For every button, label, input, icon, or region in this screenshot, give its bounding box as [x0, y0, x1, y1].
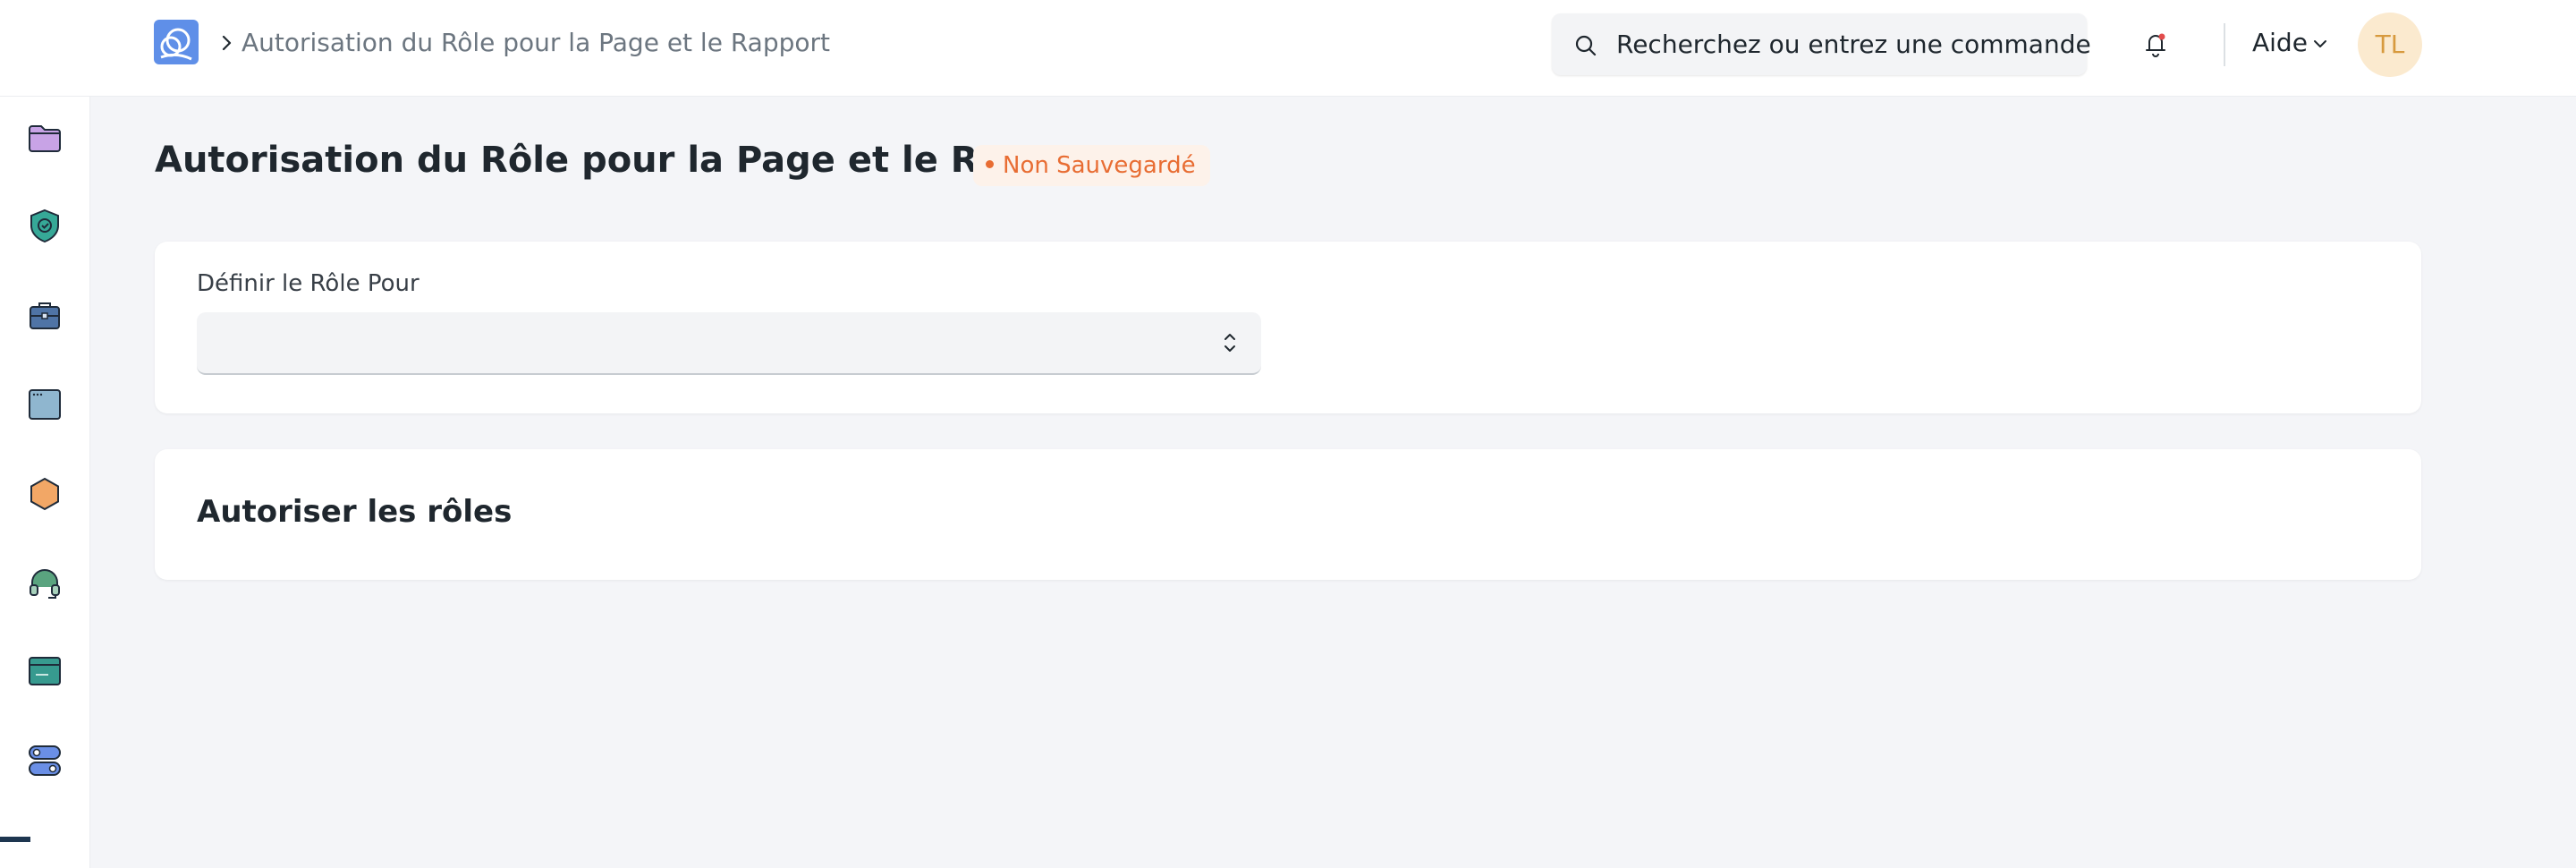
- search-bar[interactable]: Recherchez ou entrez une commande: [1552, 13, 2091, 75]
- sidebar: [0, 97, 90, 868]
- user-avatar[interactable]: TL: [2358, 13, 2422, 77]
- page-title: Autorisation du Rôle pour la Page et le …: [155, 140, 1114, 181]
- breadcrumb-chevron-icon: [222, 35, 232, 51]
- status-dot: [986, 160, 994, 168]
- search-icon: [1575, 35, 1597, 56]
- set-role-card: Définir le Rôle Pour: [155, 242, 2421, 413]
- allow-roles-title: Autoriser les rôles: [197, 494, 513, 530]
- hexagon-icon[interactable]: [27, 476, 63, 512]
- breadcrumb-current[interactable]: Autorisation du Rôle pour la Page et le …: [242, 28, 830, 57]
- navbar: Autorisation du Rôle pour la Page et le …: [0, 0, 2576, 97]
- sidebar-active-marker: [0, 837, 30, 842]
- allow-roles-card: Autoriser les rôles: [155, 449, 2421, 580]
- window-icon[interactable]: [27, 387, 63, 422]
- set-role-for-select[interactable]: [197, 312, 1261, 375]
- headset-icon[interactable]: [27, 566, 63, 601]
- navbar-divider: [2224, 23, 2225, 66]
- chevron-down-icon[interactable]: [2311, 35, 2329, 53]
- briefcase-icon[interactable]: [27, 297, 63, 333]
- folder-icon[interactable]: [27, 120, 63, 156]
- app-logo[interactable]: [154, 20, 199, 64]
- browser-icon[interactable]: [27, 653, 63, 689]
- status-text: Non Sauvegardé: [1003, 152, 1196, 179]
- search-input[interactable]: Recherchez ou entrez une commande: [1616, 30, 2091, 59]
- shield-check-icon[interactable]: [27, 208, 63, 243]
- logo-icon: [160, 28, 192, 61]
- notification-bell-icon[interactable]: [2141, 29, 2170, 59]
- select-updown-icon: [1224, 334, 1235, 352]
- help-menu-button[interactable]: Aide: [2252, 28, 2308, 60]
- status-badge: Non Sauvegardé: [973, 145, 1210, 186]
- set-role-for-label: Définir le Rôle Pour: [197, 270, 419, 297]
- toggle-icon[interactable]: [27, 743, 63, 779]
